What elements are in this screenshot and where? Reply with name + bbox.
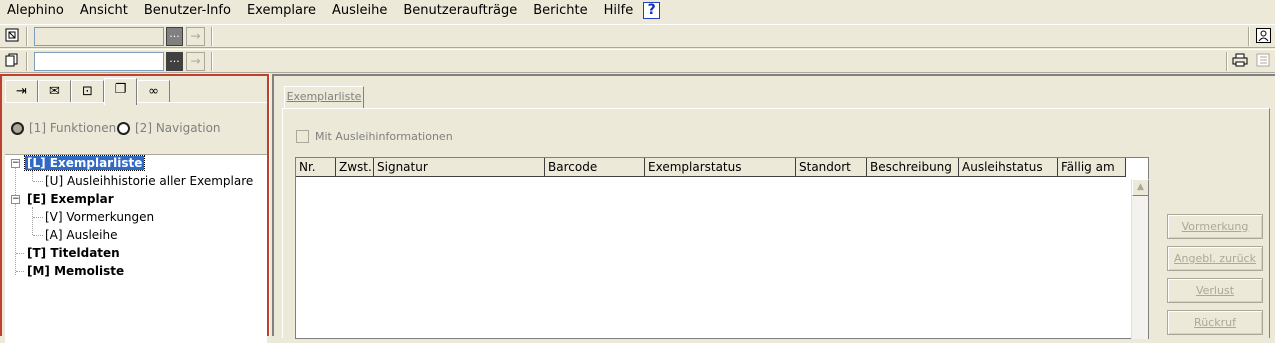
tree-item-ausleihe[interactable]: [A] Ausleihe [45,227,118,243]
tree-item-titeldaten[interactable]: [T] Titeldaten [27,245,120,261]
user-icon: ✉ [49,84,60,99]
tree-line [16,271,24,272]
radio-dot [11,121,24,135]
toolbar-separator [211,27,213,46]
radio-label: [1] Funktionen [29,121,117,135]
verlust-button[interactable]: Verlust [1167,278,1263,303]
collapse-icon[interactable]: − [11,159,20,168]
tree-item-memoliste[interactable]: [M] Memoliste [27,263,124,279]
user-toolbar: ··· → [0,24,1275,48]
printer-icon[interactable] [1232,53,1248,69]
item-toolbar: ··· → [0,49,1275,73]
table-header: Nr. Zwst. Signatur Barcode Exemplarstatu… [296,158,1126,177]
mode-radios: [1] Funktionen [2] Navigation [5,103,267,155]
tree-line [33,217,43,218]
column-header-barcode[interactable]: Barcode [545,158,645,177]
ausleihinfo-checkbox[interactable]: Mit Ausleihinformationen [296,130,453,143]
toolbar-separator [1248,27,1250,46]
function-panel: [1] Funktionen [2] Navigation − [L] Exem… [5,102,267,343]
item-input[interactable] [34,52,164,71]
collapse-icon[interactable]: − [11,195,20,204]
item-lookup-button[interactable]: ··· [166,52,183,71]
scroll-up-icon[interactable]: ▲ [1132,179,1149,196]
tree-item-exemplar[interactable]: [E] Exemplar [27,191,114,207]
menu-bar: Alephino Ansicht Benutzer-Info Exemplare… [0,0,1275,22]
user-card-icon[interactable] [4,28,20,44]
binoculars-icon: ∞ [148,84,159,99]
menu-benutzerauftraege[interactable]: Benutzeraufträge [395,0,525,22]
copy-icon: ❐ [114,82,127,97]
column-header-nr[interactable]: Nr. [296,158,336,177]
column-header-ausleihstatus[interactable]: Ausleihstatus [959,158,1058,177]
toolbar-separator [26,52,28,71]
tree-line [32,207,33,235]
tree-item-ausleihhistorie[interactable]: [U] Ausleihhistorie aller Exemplare [45,173,253,189]
column-header-standort[interactable]: Standort [796,158,867,177]
exit-icon: ⇥ [16,84,27,99]
rueckruf-button[interactable]: Rückruf [1167,310,1263,335]
help-icon[interactable]: ? [643,1,661,19]
menu-alephino[interactable]: Alephino [0,0,72,22]
tree-item-exemplarliste[interactable]: [L] Exemplarliste [23,155,146,171]
menu-ausleihe[interactable]: Ausleihe [324,0,395,22]
tab-copy[interactable]: ❐ [104,78,137,105]
tab-card[interactable]: ⊡ [71,80,104,104]
tree-line [16,253,24,254]
item-go-button[interactable]: → [186,52,205,71]
toolbar-separator [211,52,213,71]
column-header-beschreibung[interactable]: Beschreibung [867,158,959,177]
radio-label: [2] Navigation [135,121,221,135]
menu-hilfe[interactable]: Hilfe [596,0,642,22]
tree-item-vormerkungen[interactable]: [V] Vormerkungen [45,209,154,225]
checkbox-label: Mit Ausleihinformationen [315,130,453,143]
column-header-zwst[interactable]: Zwst. [336,158,374,177]
user-lookup-button[interactable]: ··· [166,27,183,46]
tree-line [33,181,43,182]
menu-exemplare[interactable]: Exemplare [239,0,324,22]
tab-exit[interactable]: ⇥ [5,80,38,104]
function-tree: − [L] Exemplarliste [U] Ausleihhistorie … [5,155,267,343]
detail-pane: Exemplarliste Mit Ausleihinformationen N… [272,74,1275,339]
checkbox-box [296,130,309,143]
tree-line [32,171,33,181]
user-go-button[interactable]: → [186,27,205,46]
list-icon[interactable] [1255,53,1271,69]
user-input[interactable] [34,27,164,46]
angebl-zurueck-button[interactable]: Angebl. zurück [1167,246,1263,271]
radio-navigation[interactable]: [2] Navigation [117,121,221,135]
person-icon[interactable] [1255,28,1271,44]
tab-search[interactable]: ∞ [137,80,170,104]
tab-user[interactable]: ✉ [38,80,71,104]
toolbar-separator [26,27,28,46]
function-tabs: ⇥ ✉ ⊡ ❐ ∞ [5,78,170,105]
column-header-signatur[interactable]: Signatur [374,158,545,177]
menu-benutzer-info[interactable]: Benutzer-Info [136,0,239,22]
tree-line [15,167,16,275]
function-pane: ⇥ ✉ ⊡ ❐ ∞ [1] Funktionen [2] Navigation [0,74,269,343]
column-header-faellig-am[interactable]: Fällig am [1058,158,1126,177]
table-scrollbar[interactable]: ▲ [1131,179,1149,339]
toolbar-separator [1226,52,1228,71]
exemplarliste-panel: Mit Ausleihinformationen Nr. Zwst. Signa… [282,108,1270,339]
menu-berichte[interactable]: Berichte [525,0,595,22]
column-header-exemplarstatus[interactable]: Exemplarstatus [645,158,796,177]
vormerkung-button[interactable]: Vormerkung [1167,214,1263,239]
tab-exemplarliste[interactable]: Exemplarliste [284,86,364,108]
tree-line [33,235,43,236]
exemplar-table: Nr. Zwst. Signatur Barcode Exemplarstatu… [295,157,1149,339]
copy-icon[interactable] [4,53,20,69]
radio-dot [117,121,130,135]
radio-funktionen[interactable]: [1] Funktionen [11,121,116,135]
card-icon: ⊡ [82,84,93,99]
menu-ansicht[interactable]: Ansicht [72,0,136,22]
